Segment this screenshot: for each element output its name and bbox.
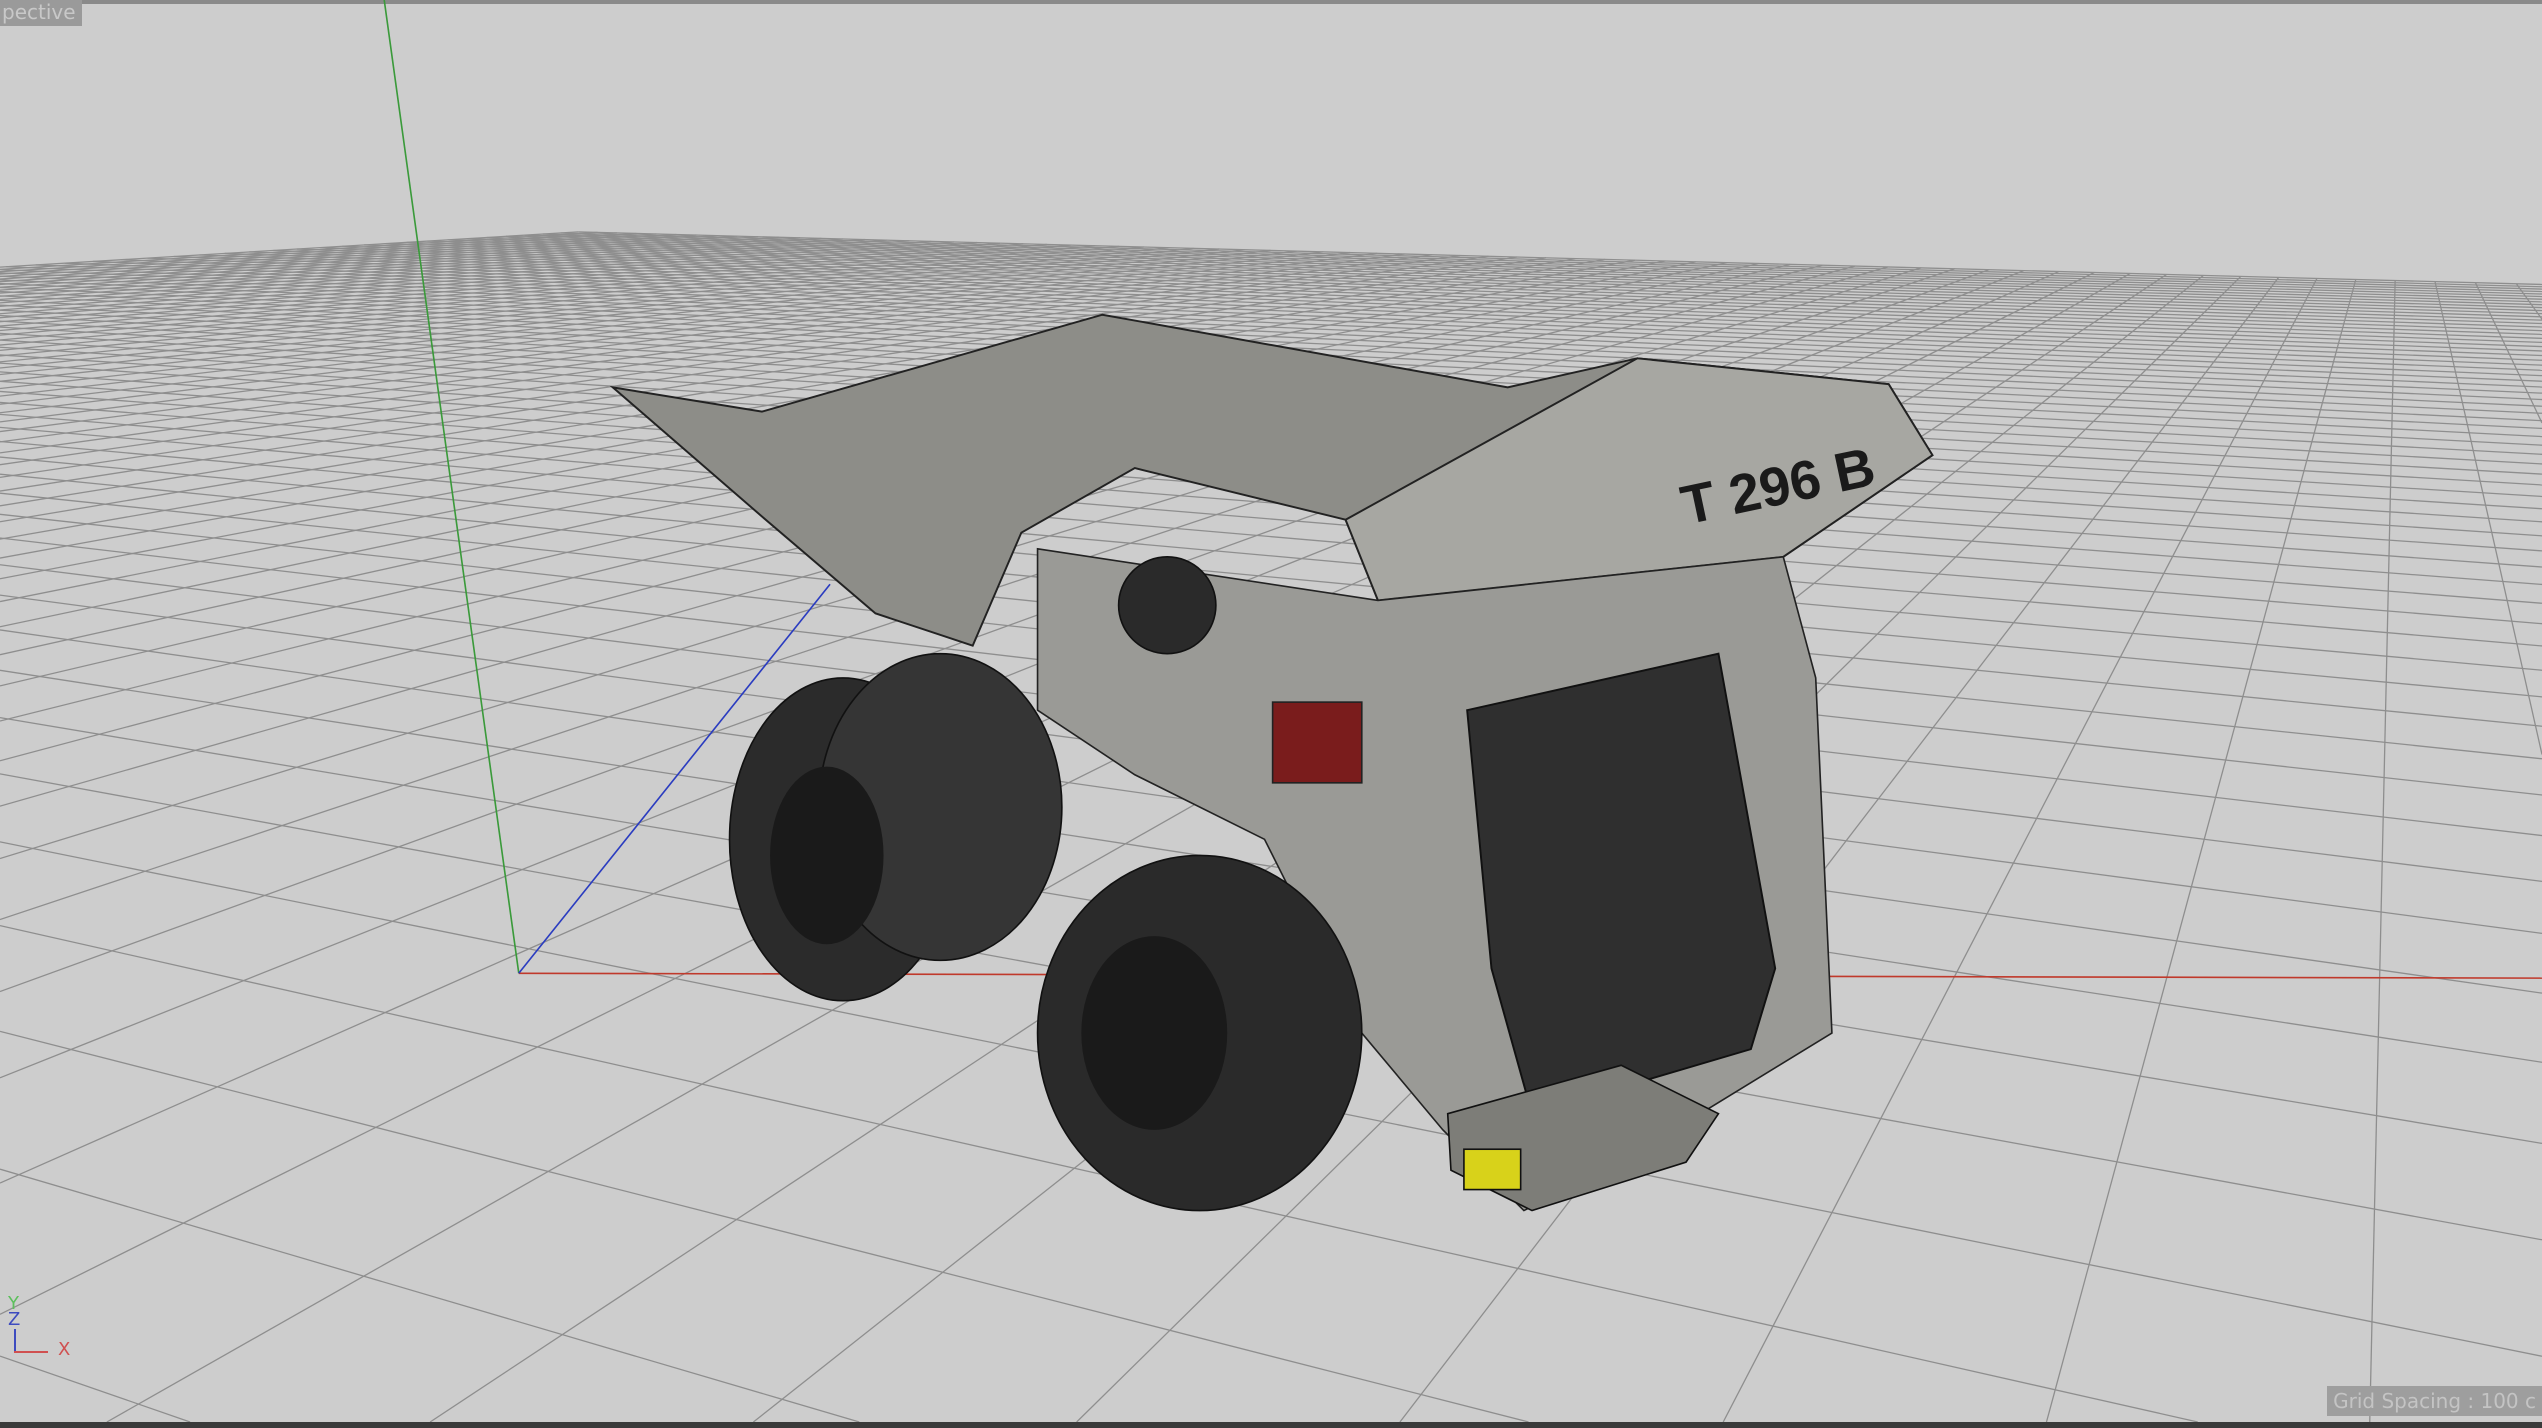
radiator-grille — [1466, 652, 1777, 1115]
fuel-tank — [1271, 701, 1363, 784]
truck-model[interactable]: T 296 B — [609, 313, 1934, 1212]
grid-line — [0, 1355, 191, 1422]
viewport-bottom-border — [0, 1422, 2542, 1428]
grid-spacing-readout: Grid Spacing : 100 c — [2327, 1386, 2542, 1416]
rear-wheel-hub — [770, 766, 884, 945]
axis-gizmo-x-stem — [14, 1351, 48, 1353]
grid-line — [0, 1168, 860, 1422]
axis-gizmo: Y Z X — [8, 1295, 78, 1365]
bumper-light — [1463, 1148, 1522, 1191]
grid-line — [2369, 280, 2396, 1422]
viewport-camera-label[interactable]: pective — [0, 0, 82, 26]
spare-wheel — [1117, 556, 1217, 655]
viewport-canvas[interactable]: T 296 B — [0, 0, 2542, 1422]
front-wheel-hub — [1081, 936, 1228, 1130]
axis-label-x: X — [58, 1339, 71, 1360]
axis-gizmo-y-stem — [14, 1329, 16, 1353]
axis-label-z: Z — [8, 1309, 21, 1330]
3d-viewport[interactable]: T 296 B pective Y Z X Grid Spacing : 100… — [0, 0, 2542, 1422]
